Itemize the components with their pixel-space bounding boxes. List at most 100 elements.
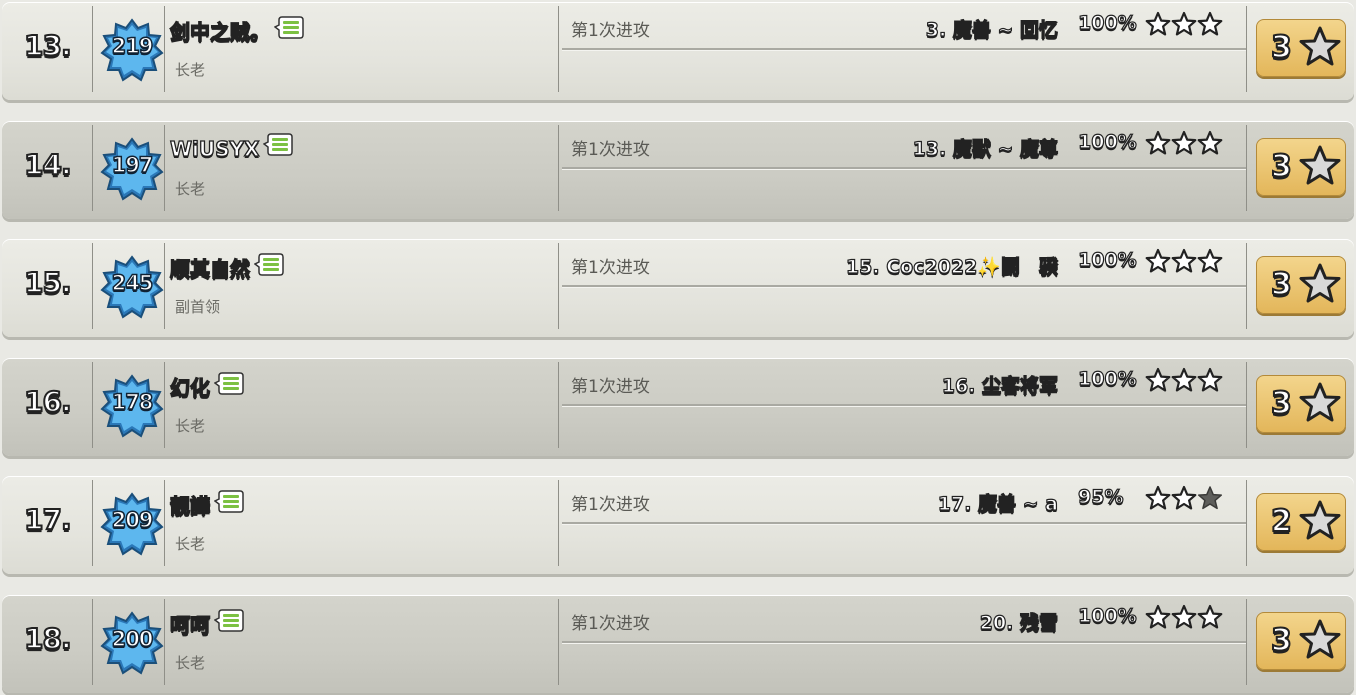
member-rank: 16. bbox=[23, 384, 73, 419]
attack-target: 16. 尘客将军 bbox=[941, 374, 1058, 397]
destruction-percent: 100% bbox=[1077, 367, 1137, 390]
war-member-row[interactable]: 14. 197 WiUSYX 长老 第1次进攻 13. 魔獸 ~ 魔尊 100%… bbox=[2, 120, 1354, 219]
member-name[interactable]: 靓譁 bbox=[169, 493, 210, 518]
star-outline-icon bbox=[1197, 11, 1223, 37]
divider bbox=[164, 6, 165, 92]
attack-divider bbox=[562, 48, 1247, 50]
total-stars-box: 2 bbox=[1256, 493, 1346, 551]
divider bbox=[1246, 243, 1247, 329]
total-stars-box: 3 bbox=[1256, 19, 1346, 77]
chat-message-icon[interactable] bbox=[263, 132, 294, 163]
total-stars-count: 3 bbox=[1270, 29, 1293, 66]
attack-target: 3. 魔兽 ~ 回忆 bbox=[925, 18, 1058, 41]
divider bbox=[164, 124, 165, 211]
star-outline-icon bbox=[1197, 604, 1223, 630]
divider bbox=[164, 243, 165, 329]
attack-divider bbox=[562, 640, 1247, 643]
member-name[interactable]: WiUSYX bbox=[169, 136, 260, 161]
member-name[interactable]: 剑中之贼。 bbox=[169, 19, 270, 44]
divider bbox=[92, 6, 93, 92]
war-member-row[interactable]: 15. 245 顺其自然 副首领 第1次进攻 15. Coc2022✨鬭 骙 1… bbox=[2, 239, 1354, 337]
war-member-row[interactable]: 17. 209 靓譁 长老 第1次进攻 17. 魔兽 ~ a 95% 2 bbox=[2, 476, 1354, 574]
attack-number-label: 第1次进攻 bbox=[571, 376, 650, 397]
total-stars-box: 3 bbox=[1256, 611, 1346, 670]
war-member-row[interactable]: 13. 219 剑中之贼。 长老 第1次进攻 3. 魔兽 ~ 回忆 100% 3 bbox=[2, 2, 1354, 100]
total-stars-count: 2 bbox=[1270, 503, 1293, 540]
attack-number-label: 第1次进攻 bbox=[571, 21, 650, 41]
divider bbox=[164, 598, 165, 685]
score-star-icon bbox=[1298, 618, 1342, 662]
divider bbox=[92, 598, 93, 685]
member-role: 长老 bbox=[175, 535, 206, 553]
divider bbox=[92, 480, 93, 566]
total-stars-count: 3 bbox=[1270, 148, 1293, 185]
divider bbox=[92, 124, 93, 211]
total-stars-box: 3 bbox=[1256, 256, 1346, 314]
xp-level: 178 bbox=[111, 389, 154, 415]
xp-level: 197 bbox=[111, 152, 154, 178]
attack-divider bbox=[562, 522, 1247, 524]
member-name[interactable]: 呵呵 bbox=[169, 612, 210, 637]
divider bbox=[1246, 480, 1247, 566]
war-member-row[interactable]: 16. 178 幻化 长老 第1次进攻 16. 尘客将军 100% 3 bbox=[2, 357, 1354, 456]
divider bbox=[92, 243, 93, 329]
attack-number-label: 第1次进攻 bbox=[571, 495, 650, 515]
score-star-icon bbox=[1298, 25, 1342, 69]
star-filled-icon bbox=[1197, 485, 1223, 511]
divider bbox=[1246, 124, 1247, 211]
chat-message-icon[interactable] bbox=[273, 15, 304, 46]
member-name[interactable]: 顺其自然 bbox=[169, 256, 250, 281]
divider bbox=[164, 480, 165, 566]
divider bbox=[558, 480, 559, 566]
star-outline-icon bbox=[1145, 367, 1171, 393]
star-outline-icon bbox=[1171, 485, 1197, 511]
score-star-icon bbox=[1298, 144, 1342, 188]
attack-stars bbox=[1145, 604, 1223, 630]
member-rank: 17. bbox=[23, 502, 73, 537]
xp-level: 219 bbox=[111, 33, 154, 59]
xp-level: 209 bbox=[111, 507, 154, 533]
attack-target: 13. 魔獸 ~ 魔尊 bbox=[912, 137, 1059, 160]
chat-message-icon[interactable] bbox=[253, 252, 284, 283]
divider bbox=[164, 361, 165, 448]
member-rank: 13. bbox=[23, 28, 73, 63]
attack-number-label: 第1次进攻 bbox=[571, 613, 650, 634]
star-outline-icon bbox=[1145, 11, 1171, 37]
chat-message-icon[interactable] bbox=[213, 608, 244, 639]
member-role: 长老 bbox=[175, 179, 206, 198]
member-name-line: WiUSYX bbox=[169, 132, 294, 166]
attack-target: 17. 魔兽 ~ a bbox=[937, 492, 1058, 515]
member-name-line: 靓譁 bbox=[169, 489, 244, 523]
total-stars-box: 3 bbox=[1256, 374, 1346, 433]
star-outline-icon bbox=[1197, 248, 1223, 274]
divider bbox=[92, 361, 93, 448]
attack-stars bbox=[1145, 248, 1223, 274]
member-role: 长老 bbox=[175, 653, 206, 672]
member-name-line: 呵呵 bbox=[169, 608, 244, 642]
divider bbox=[558, 243, 559, 329]
attack-stars bbox=[1145, 485, 1223, 511]
destruction-percent: 95% bbox=[1077, 485, 1124, 508]
divider bbox=[558, 598, 559, 685]
war-member-row[interactable]: 18. 200 呵呵 长老 第1次进攻 20. 残雪 100% 3 bbox=[2, 594, 1354, 693]
member-role: 副首领 bbox=[175, 298, 221, 316]
member-rank: 18. bbox=[23, 621, 73, 656]
destruction-percent: 100% bbox=[1077, 11, 1137, 34]
star-outline-icon bbox=[1171, 367, 1197, 393]
member-name-line: 剑中之贼。 bbox=[169, 15, 304, 49]
member-name[interactable]: 幻化 bbox=[169, 375, 210, 400]
attack-divider bbox=[562, 166, 1247, 169]
chat-message-icon[interactable] bbox=[213, 371, 244, 402]
war-attack-list: 13. 219 剑中之贼。 长老 第1次进攻 3. 魔兽 ~ 回忆 100% 3… bbox=[0, 0, 1356, 695]
divider bbox=[1246, 6, 1247, 92]
star-outline-icon bbox=[1197, 130, 1223, 156]
member-rank: 14. bbox=[23, 147, 73, 182]
star-outline-icon bbox=[1145, 130, 1171, 156]
total-stars-count: 3 bbox=[1270, 622, 1293, 659]
chat-message-icon[interactable] bbox=[213, 489, 244, 520]
total-stars-count: 3 bbox=[1270, 266, 1293, 303]
attack-number-label: 第1次进攻 bbox=[571, 258, 650, 278]
destruction-percent: 100% bbox=[1077, 130, 1137, 153]
attack-stars bbox=[1145, 367, 1223, 393]
xp-level: 245 bbox=[111, 270, 154, 296]
